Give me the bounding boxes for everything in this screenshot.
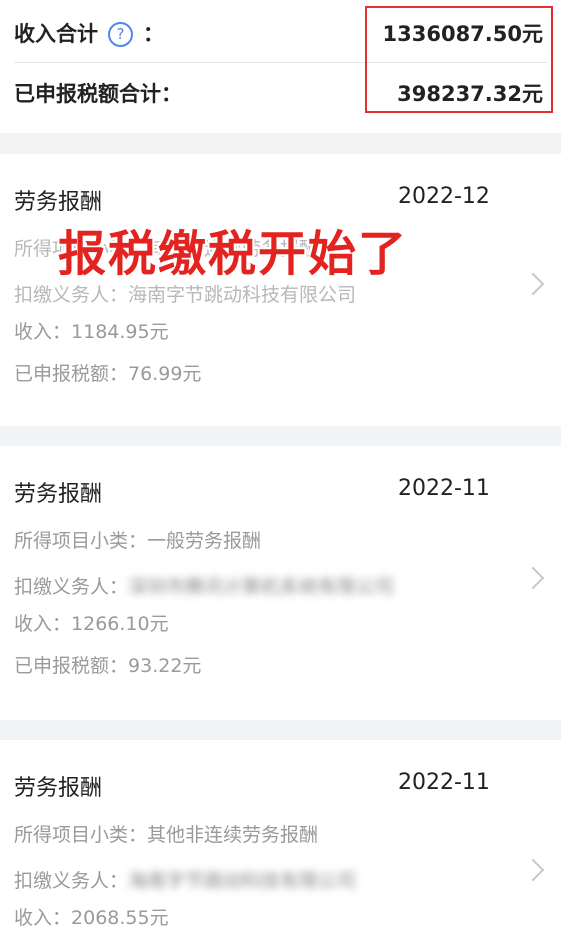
income-total-colon: ：: [143, 22, 164, 46]
withholder-label: 扣缴义务人：: [14, 284, 129, 306]
subcategory-value: 其他非连续劳务报酬: [147, 824, 319, 846]
income-total-label-group: 收入合计? ：: [14, 18, 164, 48]
record-title: 劳务报酬: [14, 482, 103, 507]
chevron-right-icon[interactable]: [521, 272, 545, 296]
withholder-label: 扣缴义务人：: [14, 576, 129, 598]
record-subcategory: 所得项目小类：其他非连续劳务报酬: [14, 820, 318, 847]
withholder-value-blurred: 深圳市腾讯计算机系统有限公司: [128, 576, 395, 598]
subcategory-label: 所得项目小类：: [14, 530, 148, 552]
record-withholder: 扣缴义务人：海南字节跳动科技有限公司: [14, 280, 356, 307]
income-label: 收入：: [14, 613, 72, 635]
withholder-value-blurred: 海南字节跳动科技有限公司: [128, 870, 357, 892]
record-date: 2022-11: [398, 476, 490, 501]
record-title: 劳务报酬: [14, 190, 103, 215]
highlight-annotation-box: [365, 6, 553, 113]
record-income: 收入：2068.55元: [14, 903, 169, 930]
income-value: 2068.55元: [71, 907, 169, 929]
tax-value: 76.99元: [128, 363, 202, 385]
tax-value: 93.22元: [128, 655, 202, 677]
tax-label: 已申报税额：: [14, 655, 129, 677]
record-subcategory: 所得项目小类：一般劳务报酬: [14, 526, 261, 553]
record-title: 劳务报酬: [14, 776, 103, 801]
income-record-card[interactable]: 劳务报酬 2022-11 所得项目小类：一般劳务报酬 扣缴义务人：深圳市腾讯计算…: [0, 446, 561, 720]
income-value: 1184.95元: [71, 321, 169, 343]
income-total-label: 收入合计: [14, 22, 98, 46]
record-tax: 已申报税额：93.22元: [14, 651, 201, 678]
income-record-card[interactable]: 劳务报酬 2022-12 所得项目小类：其他非连续劳务报酬 扣缴义务人：海南字节…: [0, 154, 561, 426]
income-label: 收入：: [14, 321, 72, 343]
overlay-caption: 报税缴税开始了: [58, 226, 409, 282]
record-withholder: 扣缴义务人：深圳市腾讯计算机系统有限公司: [14, 572, 394, 599]
income-label: 收入：: [14, 907, 72, 929]
record-income: 收入：1184.95元: [14, 317, 169, 344]
record-withholder: 扣缴义务人：海南字节跳动科技有限公司: [14, 866, 356, 893]
record-date: 2022-12: [398, 184, 490, 209]
income-value: 1266.10元: [71, 613, 169, 635]
record-date: 2022-11: [398, 770, 490, 795]
withholder-label: 扣缴义务人：: [14, 870, 129, 892]
income-record-card[interactable]: 劳务报酬 2022-11 所得项目小类：其他非连续劳务报酬 扣缴义务人：海南字节…: [0, 740, 561, 941]
record-income: 收入：1266.10元: [14, 609, 169, 636]
withholder-value: 海南字节跳动科技有限公司: [128, 284, 357, 306]
tax-summary-panel: 收入合计?： 1336087.50元 已申报税额合计： 398237.32元: [0, 0, 561, 133]
help-circle-icon[interactable]: ?: [108, 22, 133, 47]
subcategory-value: 一般劳务报酬: [147, 530, 262, 552]
chevron-right-icon[interactable]: [521, 566, 545, 590]
chevron-right-icon[interactable]: [521, 858, 545, 882]
record-tax: 已申报税额：76.99元: [14, 359, 201, 386]
subcategory-label: 所得项目小类：: [14, 824, 148, 846]
tax-total-label: 已申报税额合计：: [14, 82, 182, 106]
tax-label: 已申报税额：: [14, 363, 129, 385]
